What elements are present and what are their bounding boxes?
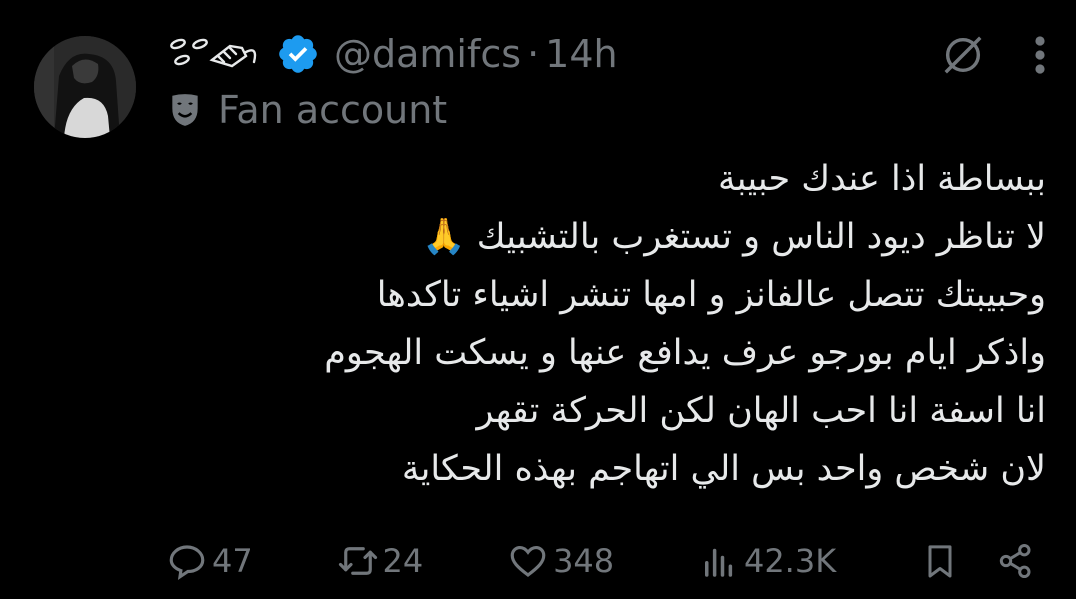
more-icon[interactable] xyxy=(1034,35,1046,75)
right-actions xyxy=(920,541,1036,581)
avatar[interactable] xyxy=(34,36,136,138)
tweet-top-actions xyxy=(940,32,1046,78)
reply-count: 47 xyxy=(212,542,253,580)
repost-icon xyxy=(338,547,377,575)
repost-button[interactable]: 24 xyxy=(337,540,424,582)
bookmark-icon[interactable] xyxy=(920,541,960,581)
views-count: 42.3K xyxy=(743,542,837,580)
like-button[interactable]: 348 xyxy=(507,540,614,582)
like-count: 348 xyxy=(553,542,615,580)
tweet-line: لا تناظر ديود الناس و تستغرب بالتشبيك 🙏 xyxy=(422,217,1046,257)
views-icon xyxy=(704,548,733,577)
tweet-line: ببساطة اذا عندك حبيبة xyxy=(718,159,1046,199)
separator: · xyxy=(527,32,540,76)
tweet-header: @damifcs · 14h xyxy=(166,28,618,80)
tweet-line: لان شخص واحد بس الي اتهاجم بهذه الحكاية xyxy=(401,449,1046,489)
theater-mask-icon xyxy=(172,94,198,126)
reply-button[interactable]: 47 xyxy=(166,540,253,582)
tweet-text: ببساطة اذا عندك حبيبة لا تناظر ديود النا… xyxy=(226,150,1046,498)
repost-count: 24 xyxy=(382,542,424,580)
author-handle[interactable]: @damifcs xyxy=(334,32,521,76)
tweet-line: انا اسفة انا احب الهان لكن الحركة تقهر xyxy=(476,391,1046,431)
timestamp[interactable]: 14h xyxy=(545,32,617,76)
tweet-actions: 47 24 348 42.3K xyxy=(166,532,1036,590)
reply-icon xyxy=(169,545,205,581)
decorative-emoji-icon xyxy=(166,34,262,74)
account-label: Fan account xyxy=(166,84,447,136)
verified-badge-icon xyxy=(279,35,317,73)
like-icon xyxy=(510,545,546,577)
grok-icon[interactable] xyxy=(940,32,986,78)
views-button[interactable]: 42.3K xyxy=(698,540,836,582)
label-text: Fan account xyxy=(218,88,448,132)
share-icon[interactable] xyxy=(996,541,1036,581)
tweet-line: واذكر ايام بورجو عرف يدافع عنها و يسكت ا… xyxy=(324,333,1046,373)
tweet-line: وحبيبتك تتصل عالفانز و امها تنشر اشياء ت… xyxy=(376,275,1046,315)
